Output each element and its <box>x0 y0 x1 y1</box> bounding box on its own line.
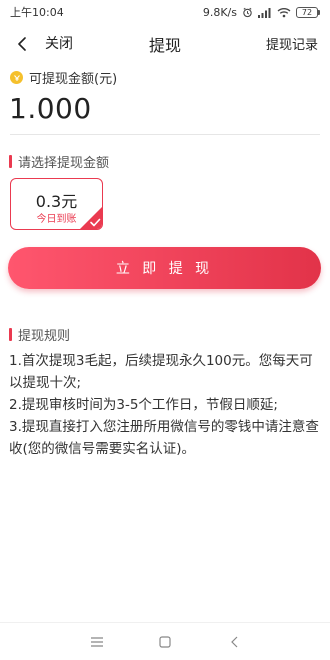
back-button[interactable] <box>12 34 32 54</box>
select-amount-heading: 请选择提现金额 <box>9 152 109 171</box>
section-marker <box>9 155 12 168</box>
balance-label: 可提现金额(元) <box>29 72 118 87</box>
home-icon <box>159 636 171 648</box>
battery-icon: 72 <box>296 6 320 18</box>
network-speed: 9.8K/s <box>202 5 237 19</box>
nav-bar: 关闭 提现 提现记录 <box>0 28 330 60</box>
rules-list: 1.首次提现3毛起，后续提现永久100元。您每天可以提现十次; 2.提现审核时间… <box>9 350 319 460</box>
rule-item: 3.提现直接打入您注册所用微信号的零钱中请注意查收(您的微信号需要实名认证)。 <box>9 419 319 457</box>
alarm-icon <box>242 7 253 18</box>
divider <box>10 134 320 135</box>
status-time: 上午10:04 <box>10 6 64 19</box>
battery-level: 72 <box>296 6 318 18</box>
section-marker <box>9 328 12 341</box>
rule-item: 2.提现审核时间为3-5个工作日，节假日顺延; <box>9 397 278 413</box>
check-icon <box>80 207 102 229</box>
coin-icon <box>10 71 23 84</box>
balance-label-row: 可提现金额(元) <box>10 68 117 87</box>
withdraw-records-link[interactable]: 提现记录 <box>266 34 318 53</box>
home-button[interactable] <box>157 634 173 650</box>
amount-option-card[interactable]: 0.3元 今日到账 <box>10 178 103 230</box>
signal-icon <box>258 7 272 18</box>
close-button[interactable]: 关闭 <box>45 33 73 53</box>
rule-item: 1.首次提现3毛起，后续提现永久100元。您每天可以提现十次; <box>9 353 313 391</box>
back-icon <box>231 636 238 648</box>
menu-button[interactable] <box>89 634 105 650</box>
status-bar: 上午10:04 9.8K/s 72 <box>0 0 330 24</box>
withdraw-now-button[interactable]: 立 即 提 现 <box>8 247 321 289</box>
status-icons: 9.8K/s 72 <box>203 6 320 19</box>
wifi-icon <box>277 7 291 18</box>
back-arrow-icon <box>18 37 26 51</box>
system-navigation-bar <box>0 622 330 660</box>
system-back-button[interactable] <box>226 634 242 650</box>
rules-title: 提现规则 <box>18 329 71 344</box>
balance-amount: 1.000 <box>9 92 92 125</box>
menu-icon <box>91 637 103 647</box>
rules-heading: 提现规则 <box>9 325 70 344</box>
select-amount-title: 请选择提现金额 <box>18 156 110 171</box>
